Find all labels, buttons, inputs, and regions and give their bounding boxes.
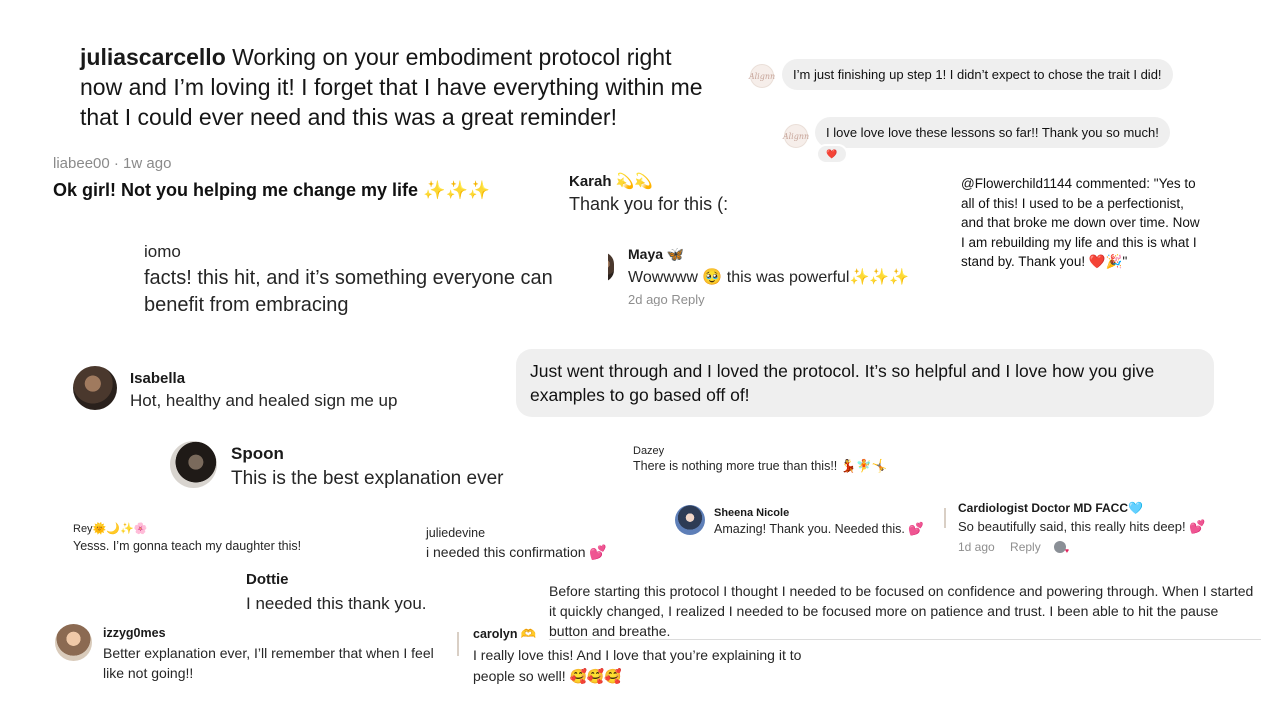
divider: [457, 632, 459, 656]
comment-liabee: liabee00 · 1w ago Ok girl! Not you helpi…: [53, 155, 553, 201]
comment-text: So beautifully said, this really hits de…: [958, 519, 1206, 534]
comment-izzy: izzyg0mes Better explanation ever, I’ll …: [103, 626, 443, 683]
comment-karah: Karah 💫💫 Thank you for this (:: [569, 172, 929, 215]
comment-text: @Flowerchild1144 commented: "Yes to all …: [961, 176, 1200, 269]
username[interactable]: Maya 🦋: [628, 246, 938, 263]
username[interactable]: juliedevine: [426, 526, 686, 540]
avatar[interactable]: [73, 366, 117, 410]
comment-text: Thank you for this (:: [569, 194, 729, 214]
username[interactable]: Dazey: [633, 445, 933, 457]
heart-reaction[interactable]: ❤️: [816, 144, 848, 164]
username[interactable]: Dottie: [246, 571, 506, 588]
comment-text: Better explanation ever, I’ll remember t…: [103, 645, 434, 681]
avatar[interactable]: [55, 624, 92, 661]
comment-carolyn: carolyn 🫶 I really love this! And I love…: [473, 627, 843, 687]
message-bubble: I’m just finishing up step 1! I didn’t e…: [782, 59, 1173, 90]
username[interactable]: Sheena Nicole: [714, 507, 954, 519]
avatar: [608, 252, 614, 282]
comment-rey: Rey🌞🌙✨🌸 Yesss. I’m gonna teach my daught…: [73, 522, 393, 553]
avatar: Alignn: [783, 124, 809, 148]
username[interactable]: Spoon: [231, 444, 561, 464]
username[interactable]: Karah 💫💫: [569, 172, 929, 190]
comment-text: This is the best explanation ever: [231, 468, 504, 489]
comment-meta: 2d ago Reply: [628, 292, 705, 306]
comment-flowerchild: @Flowerchild1144 commented: "Yes to all …: [961, 174, 1201, 272]
comment-text: Yesss. I’m gonna teach my daughter this!: [73, 539, 302, 553]
avatar[interactable]: [170, 441, 217, 488]
divider: [944, 508, 946, 528]
comment-dazey: Dazey There is nothing more true than th…: [633, 445, 933, 474]
comment-text: There is nothing more true than this!! 💃…: [633, 459, 888, 473]
username[interactable]: liabee00: [53, 155, 110, 172]
username[interactable]: Isabella: [130, 370, 480, 387]
reply-button[interactable]: Reply: [1010, 540, 1041, 554]
comment-isabella: Isabella Hot, healthy and healed sign me…: [130, 370, 480, 411]
message-text: I’m just finishing up step 1! I didn’t e…: [793, 67, 1162, 82]
username[interactable]: izzyg0mes: [103, 626, 443, 640]
comment-text: Amazing! Thank you. Needed this. 💕: [714, 522, 924, 536]
message-bubble: I love love love these lessons so far!! …: [815, 117, 1170, 148]
comment-maya: Maya 🦋 Wowwww 🥹 this was powerful✨✨✨ 2d …: [608, 246, 938, 306]
comment-text: Wowwww 🥹 this was powerful✨✨✨: [628, 269, 910, 286]
comment-cardio: Cardiologist Doctor MD FACC🩵 So beautifu…: [958, 501, 1258, 555]
comment-text: facts! this hit, and it’s something ever…: [144, 267, 553, 316]
timestamp: · 1w ago: [113, 155, 172, 172]
timestamp: 1d ago: [958, 540, 995, 554]
comment-text: i needed this confirmation 💕: [426, 544, 607, 560]
comment-julia: juliascarcello Working on your embodimen…: [80, 42, 720, 132]
username[interactable]: Cardiologist Doctor MD FACC🩵: [958, 501, 1258, 515]
message-bubble: Just went through and I loved the protoc…: [516, 349, 1214, 417]
message-text: Just went through and I loved the protoc…: [530, 361, 1155, 405]
comment-dottie: Dottie I needed this thank you.: [246, 571, 506, 614]
comment-juliedevine: juliedevine i needed this confirmation 💕: [426, 526, 686, 561]
comment-iomo: iomo facts! this hit, and it’s something…: [144, 242, 594, 319]
comment-text: I needed this thank you.: [246, 594, 427, 613]
comment-text: I really love this! And I love that you’…: [473, 647, 802, 684]
username[interactable]: carolyn 🫶: [473, 627, 843, 642]
comment-sheena: Sheena Nicole Amazing! Thank you. Needed…: [714, 507, 954, 537]
message-text: I love love love these lessons so far!! …: [826, 125, 1159, 140]
comment-spoon: Spoon This is the best explanation ever: [231, 444, 561, 490]
comment-text: Hot, healthy and healed sign me up: [130, 391, 398, 410]
username[interactable]: juliascarcello: [80, 44, 226, 70]
avatar: Alignn: [749, 64, 775, 88]
liked-by-creator-icon: ♥: [1054, 541, 1069, 555]
username[interactable]: Rey🌞🌙✨🌸: [73, 522, 393, 535]
comment-text: Ok girl! Not you helping me change my li…: [53, 180, 491, 200]
username[interactable]: iomo: [144, 242, 594, 262]
